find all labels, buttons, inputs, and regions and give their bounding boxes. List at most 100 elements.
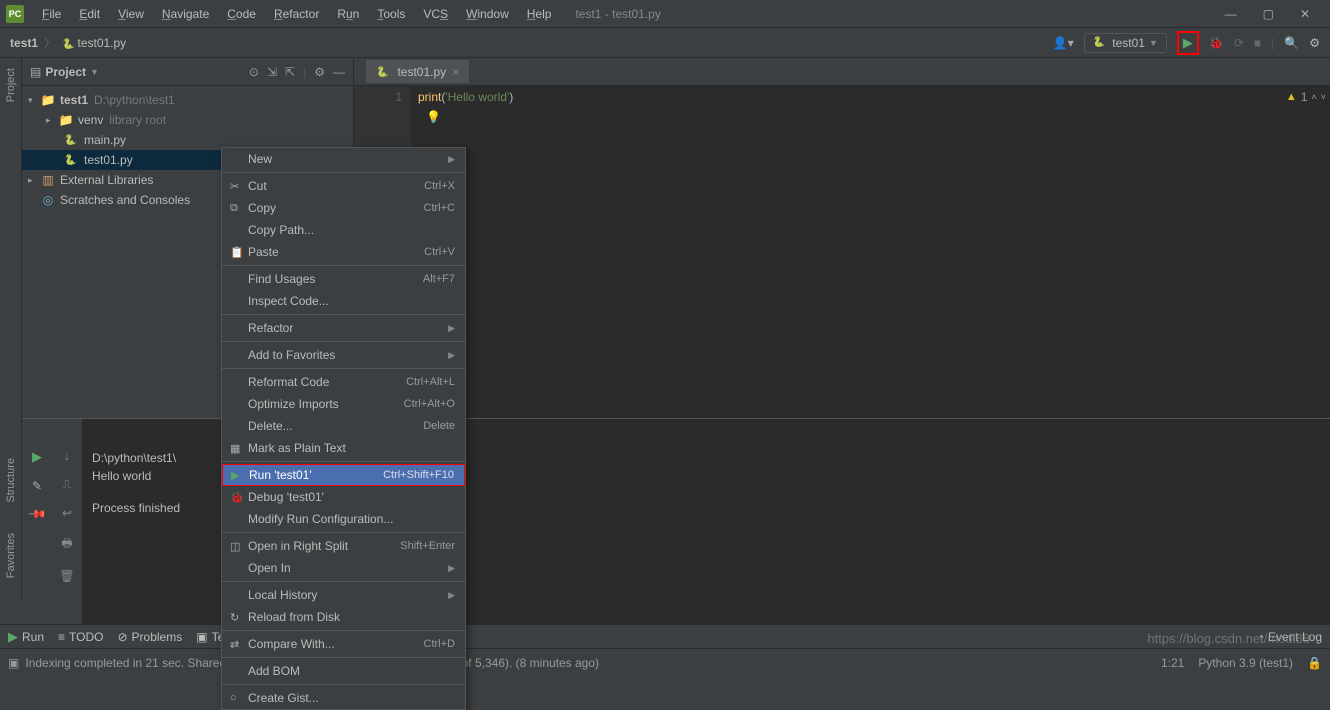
context-menu-item[interactable]: Open In▶: [222, 557, 465, 579]
hide-panel-icon[interactable]: —: [333, 65, 345, 79]
menu-vcs[interactable]: VCS: [415, 4, 456, 24]
close-tab-icon[interactable]: ×: [452, 65, 459, 79]
context-menu-item[interactable]: Add BOM: [222, 660, 465, 682]
menu-navigate[interactable]: Navigate: [154, 4, 217, 24]
project-title[interactable]: Project: [45, 65, 86, 79]
context-menu-separator: [222, 684, 465, 685]
wrap-icon[interactable]: ↩: [62, 506, 72, 520]
context-menu-item[interactable]: ↻Reload from Disk: [222, 606, 465, 628]
submenu-arrow-icon: ▶: [448, 154, 455, 165]
menu-item-label: Inspect Code...: [248, 294, 455, 308]
lock-icon[interactable]: 🔒: [1307, 656, 1322, 670]
locate-icon[interactable]: ⊙: [249, 65, 259, 79]
pin-icon[interactable]: 📌: [27, 504, 47, 524]
chevron-right-icon[interactable]: ▸: [46, 115, 58, 126]
mod-run-icon[interactable]: ✎: [32, 479, 42, 493]
rerun-button[interactable]: ▶: [32, 449, 42, 465]
chevron-down-icon[interactable]: ˅: [1321, 92, 1326, 102]
menu-file[interactable]: File: [34, 4, 69, 24]
menu-item-shortcut: Ctrl+Alt+O: [404, 398, 455, 410]
python-interpreter[interactable]: Python 3.9 (test1): [1198, 656, 1293, 670]
context-menu-item[interactable]: Find UsagesAlt+F7: [222, 268, 465, 290]
chevron-right-icon[interactable]: ▸: [28, 175, 40, 186]
settings-icon[interactable]: ⚙: [1309, 36, 1320, 50]
context-menu-item[interactable]: Delete...Delete: [222, 415, 465, 437]
tab-run[interactable]: ▶Run: [8, 629, 44, 645]
menu-item-icon: ⧉: [230, 202, 248, 215]
context-menu-item[interactable]: Optimize ImportsCtrl+Alt+O: [222, 393, 465, 415]
tab-todo[interactable]: ≡TODO: [58, 630, 103, 644]
context-menu-item[interactable]: New▶: [222, 148, 465, 170]
menu-item-label: Compare With...: [248, 637, 424, 651]
menu-item-label: Open in Right Split: [248, 539, 400, 553]
chevron-down-icon[interactable]: ▼: [90, 67, 99, 77]
context-menu-item[interactable]: ◫Open in Right SplitShift+Enter: [222, 535, 465, 557]
context-menu-item[interactable]: ✂CutCtrl+X: [222, 175, 465, 197]
breadcrumb-root[interactable]: test1: [10, 36, 38, 50]
context-menu-item[interactable]: Refactor▶: [222, 317, 465, 339]
breadcrumb-file[interactable]: 🐍test01.py: [62, 36, 126, 50]
menu-edit[interactable]: Edit: [71, 4, 108, 24]
python-file-icon: 🐍: [62, 39, 74, 50]
tree-root[interactable]: ▾ 📁 test1 D:\python\test1: [22, 90, 353, 110]
add-user-icon[interactable]: 👤▾: [1053, 36, 1074, 50]
context-menu-item[interactable]: 🐞Debug 'test01': [222, 486, 465, 508]
close-icon[interactable]: ✕: [1294, 5, 1316, 23]
search-icon[interactable]: 🔍: [1284, 36, 1299, 50]
menu-view[interactable]: View: [110, 4, 152, 24]
context-menu-item[interactable]: ▶Run 'test01'Ctrl+Shift+F10: [222, 464, 465, 486]
context-menu-item[interactable]: ⇄Compare With...Ctrl+D: [222, 633, 465, 655]
context-menu-item[interactable]: Local History▶: [222, 584, 465, 606]
python-file-icon: 🐍: [1093, 37, 1105, 48]
menu-item-label: Create Gist...: [248, 691, 455, 705]
context-menu-item[interactable]: 📋PasteCtrl+V: [222, 241, 465, 263]
context-menu-separator: [222, 630, 465, 631]
context-menu-separator: [222, 657, 465, 658]
expand-icon[interactable]: ⇲: [267, 65, 277, 79]
code-line[interactable]: print('Hello world'): [418, 90, 513, 104]
sidebar-tab-favorites[interactable]: Favorites: [5, 533, 17, 578]
sidebar-tab-structure[interactable]: Structure: [5, 458, 17, 503]
menu-window[interactable]: Window: [458, 4, 517, 24]
tree-venv[interactable]: ▸ 📁 venv library root: [22, 110, 353, 130]
debug-button[interactable]: 🐞: [1209, 36, 1224, 50]
chevron-down-icon[interactable]: ▾: [28, 95, 40, 106]
context-menu-item[interactable]: Copy Path...: [222, 219, 465, 241]
inspection-indicator[interactable]: ▲ 1 ˄ ˅: [1286, 90, 1326, 104]
run-config-selector[interactable]: 🐍 test01 ▼: [1084, 33, 1167, 53]
intention-bulb-icon[interactable]: 💡: [426, 110, 441, 124]
menu-refactor[interactable]: Refactor: [266, 4, 327, 24]
menu-run[interactable]: Run: [329, 4, 367, 24]
context-menu-item[interactable]: Inspect Code...: [222, 290, 465, 312]
status-indicator-icon[interactable]: ▣: [8, 656, 19, 670]
chevron-up-icon[interactable]: ˄: [1311, 92, 1316, 102]
menu-tools[interactable]: Tools: [369, 4, 413, 24]
run-button[interactable]: ▶: [1177, 31, 1199, 55]
menu-item-shortcut: Ctrl+Shift+F10: [383, 469, 454, 481]
maximize-icon[interactable]: ▢: [1257, 5, 1280, 23]
context-menu-item[interactable]: ○Create Gist...: [222, 687, 465, 709]
collapse-icon[interactable]: ⇱: [285, 65, 295, 79]
context-menu-item[interactable]: Add to Favorites▶: [222, 344, 465, 366]
stack-icon[interactable]: ⎍: [63, 477, 71, 492]
menu-item-label: Modify Run Configuration...: [248, 512, 455, 526]
coverage-icon[interactable]: ⟳: [1234, 36, 1244, 50]
menu-item-label: Copy Path...: [248, 223, 455, 237]
python-file-icon: 🐍: [376, 67, 388, 78]
settings-icon[interactable]: ⚙: [314, 65, 325, 79]
trash-icon[interactable]: 🗑: [59, 569, 74, 583]
print-icon[interactable]: 🖶: [61, 534, 72, 555]
menu-help[interactable]: Help: [519, 4, 560, 24]
context-menu-item[interactable]: Modify Run Configuration...: [222, 508, 465, 530]
cursor-position[interactable]: 1:21: [1161, 656, 1184, 670]
context-menu-item[interactable]: ⧉CopyCtrl+C: [222, 197, 465, 219]
minimize-icon[interactable]: —: [1219, 5, 1243, 23]
menu-code[interactable]: Code: [219, 4, 264, 24]
editor-tab-test01[interactable]: 🐍 test01.py ×: [366, 60, 469, 83]
sidebar-tab-project[interactable]: Project: [5, 68, 17, 102]
stop-button[interactable]: ■: [1254, 36, 1261, 50]
context-menu-item[interactable]: ▦Mark as Plain Text: [222, 437, 465, 459]
down-icon[interactable]: ↓: [64, 449, 70, 463]
tab-problems[interactable]: ⊘Problems: [117, 630, 182, 644]
context-menu-item[interactable]: Reformat CodeCtrl+Alt+L: [222, 371, 465, 393]
